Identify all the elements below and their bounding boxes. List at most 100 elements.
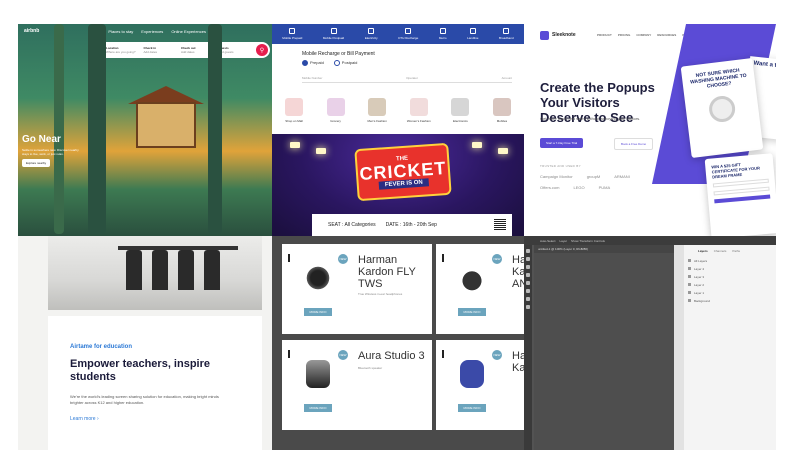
- layer-row[interactable]: All Layers: [688, 259, 710, 263]
- product-card[interactable]: NEW Aura Studio 3 Bluetooth speaker MORE…: [282, 340, 432, 430]
- layer-row[interactable]: Layer 4: [688, 267, 710, 271]
- move-tool-icon[interactable]: [526, 249, 530, 253]
- category-mobiles[interactable]: Mobiles: [486, 98, 518, 123]
- category-image: [368, 98, 387, 116]
- learn-more-link[interactable]: Learn more ›: [70, 416, 240, 422]
- amount-input[interactable]: Amount: [502, 76, 512, 80]
- service-mobile-postpaid[interactable]: Mobile Postpaid: [323, 28, 344, 40]
- speaker-image: [306, 360, 330, 388]
- layer-row[interactable]: Layer 2: [688, 283, 710, 287]
- category-electronics[interactable]: Electronics: [444, 98, 476, 123]
- logo-icon: [540, 30, 549, 40]
- layer-option[interactable]: Layer: [560, 239, 568, 243]
- nav-resources[interactable]: RESOURCES: [657, 33, 676, 37]
- phone-icon: [289, 28, 296, 34]
- new-badge: NEW: [492, 350, 502, 360]
- product-name: Ha Ka AN: [512, 254, 524, 290]
- eraser-tool-icon[interactable]: [526, 289, 530, 293]
- category-mens-fashion[interactable]: Men's Fashion: [361, 98, 393, 123]
- operator-select[interactable]: Operator: [406, 76, 418, 80]
- search-location-field[interactable]: Location Where are you going?: [106, 46, 140, 54]
- postpaid-radio[interactable]: Postpaid: [334, 60, 358, 66]
- brush-tool-icon[interactable]: [526, 281, 530, 285]
- explore-nearby-button[interactable]: Explore nearby: [22, 159, 51, 167]
- service-dth[interactable]: DTH Recharge: [398, 28, 418, 40]
- chevron-right-icon: ›: [96, 416, 99, 422]
- metro-icon: [439, 28, 446, 34]
- search-icon[interactable]: ⚲: [256, 44, 268, 56]
- tab-paths[interactable]: Paths: [732, 249, 740, 253]
- recharge-title: Mobile Recharge or Bill Payment: [302, 51, 375, 57]
- tree-trunk-illustration: [208, 24, 222, 234]
- nav-experiences[interactable]: Experiences: [141, 29, 163, 34]
- product-card[interactable]: NEW Ha Ka AN MORE INFO: [436, 244, 524, 334]
- prepaid-radio[interactable]: Prepaid: [302, 60, 324, 66]
- category-shop-on-mall[interactable]: Shop on Mall: [278, 98, 310, 123]
- product-card[interactable]: NEW Harman Kardon FLY TWS True Wireless …: [282, 244, 432, 334]
- more-info-button[interactable]: MORE INFO: [304, 308, 332, 316]
- more-info-button[interactable]: MORE INFO: [458, 404, 486, 412]
- tree-trunk-illustration: [54, 24, 64, 234]
- sleeknote-logo[interactable]: Sleeknote: [540, 30, 576, 40]
- hand-tool-icon[interactable]: [526, 305, 530, 309]
- portable-speaker-image: [460, 360, 484, 388]
- document-tab[interactable]: untitled-1 @ 100% (Layer 0, RGB/8#): [534, 245, 674, 253]
- new-badge: NEW: [338, 254, 348, 264]
- service-electricity[interactable]: Electricity: [365, 28, 378, 40]
- search-guests-field[interactable]: Guests Add guests: [219, 46, 253, 54]
- more-info-button[interactable]: MORE INFO: [458, 308, 486, 316]
- popup-input: [713, 186, 770, 196]
- chair-illustration: [204, 250, 220, 290]
- free-trial-button[interactable]: Start a 7-Day Free Trial: [540, 138, 584, 148]
- client-logo: PUMA: [598, 185, 611, 190]
- recharge-form: Mobile Number Operator Amount: [302, 76, 512, 83]
- document-canvas[interactable]: [534, 253, 674, 450]
- layer-row[interactable]: Background: [688, 299, 710, 303]
- search-checkin-field[interactable]: Check in Add dates: [144, 46, 178, 54]
- tab-channels[interactable]: Channels: [714, 249, 727, 253]
- nav-company[interactable]: COMPANY: [636, 33, 651, 37]
- trusted-by-label: TRUSTED AND USED BY: [540, 164, 581, 168]
- headphones-image: [460, 264, 484, 292]
- hero-subtitle: Get more leads and sales without annoyin…: [540, 116, 641, 121]
- service-landline[interactable]: Landline: [467, 28, 478, 40]
- service-mobile-prepaid[interactable]: Mobile Prepaid: [282, 28, 302, 40]
- service-metro[interactable]: Metro: [439, 28, 447, 40]
- marquee-tool-icon[interactable]: [526, 257, 530, 261]
- mobile-number-input[interactable]: Mobile Number: [302, 76, 322, 80]
- tools-panel: [524, 245, 532, 450]
- nav-product[interactable]: PRODUCT: [597, 33, 612, 37]
- auto-select-option[interactable]: Auto-Select: [540, 239, 556, 243]
- layer-row[interactable]: Layer 1: [688, 291, 710, 295]
- meeting-room-photo: [48, 236, 262, 310]
- nav-places-to-stay[interactable]: Places to stay: [108, 29, 133, 34]
- transform-controls-option[interactable]: Show Transform Controls: [571, 239, 605, 243]
- category-grocery[interactable]: Grocery: [320, 98, 352, 123]
- crop-tool-icon[interactable]: [526, 273, 530, 277]
- tab-layers[interactable]: Layers: [698, 249, 708, 253]
- service-broadband[interactable]: Broadband: [499, 28, 514, 40]
- product-name: Ha Ka: [512, 350, 524, 374]
- bulb-icon: [368, 28, 375, 34]
- photoshop-tile: Auto-Select Layer Show Transform Control…: [524, 236, 776, 450]
- category-womens-fashion[interactable]: Women's Fashion: [403, 98, 435, 123]
- stadium-light: [498, 148, 508, 154]
- nav-online-experiences[interactable]: Online Experiences: [171, 29, 206, 34]
- text-tool-icon[interactable]: [526, 297, 530, 301]
- airtame-tile: Airtame for education Empower teachers, …: [18, 236, 272, 450]
- accent-bar: [442, 350, 444, 358]
- lasso-tool-icon[interactable]: [526, 265, 530, 269]
- nav-pricing[interactable]: PRICING: [618, 33, 631, 37]
- new-badge: NEW: [492, 254, 502, 264]
- airbnb-search-bar[interactable]: Location Where are you going? Check in Add…: [98, 42, 270, 58]
- layer-row[interactable]: Layer 3: [688, 275, 710, 279]
- book-demo-button[interactable]: Book a Free Demo: [614, 138, 654, 150]
- chair-illustration: [178, 250, 194, 290]
- barcode-icon: [494, 219, 506, 231]
- more-info-button[interactable]: MORE INFO: [304, 404, 332, 412]
- product-card[interactable]: NEW Ha Ka MORE INFO: [436, 340, 524, 430]
- product-name: Harman Kardon FLY TWS: [358, 254, 416, 290]
- airbnb-logo[interactable]: airbnb: [24, 28, 39, 34]
- accent-bar: [288, 350, 290, 358]
- cricket-banner-tile: THE CRICKET FEVER IS ON SEAT : All Categ…: [272, 134, 524, 236]
